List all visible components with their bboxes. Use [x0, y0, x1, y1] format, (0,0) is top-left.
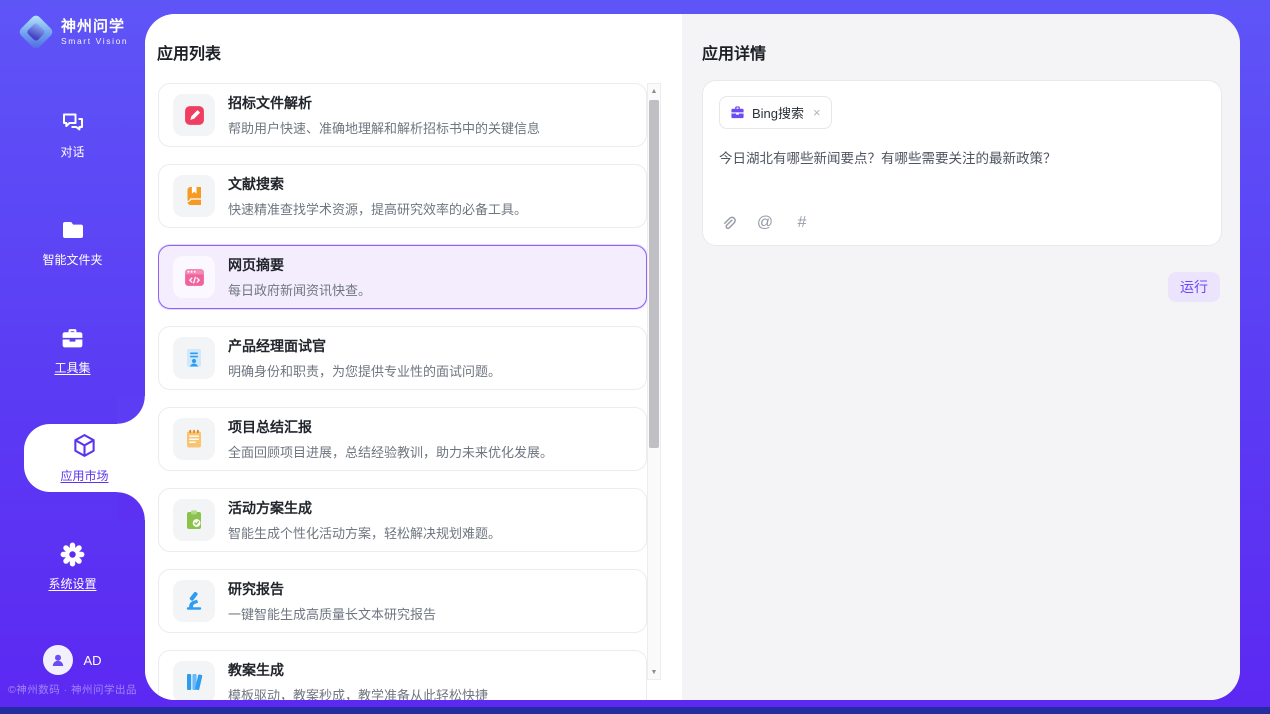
clipboard-check-icon — [173, 499, 215, 541]
app-description: 帮助用户快速、准确地理解和解析招标书中的关键信息 — [228, 118, 540, 137]
attachment-toolbar: @# — [719, 214, 811, 232]
sidebar-item-chat[interactable]: 对话 — [0, 100, 145, 168]
hash-icon[interactable]: # — [793, 214, 811, 232]
microscope-icon — [173, 580, 215, 622]
app-name: 教案生成 — [228, 660, 488, 680]
brand-subtitle: Smart Vision — [61, 36, 128, 46]
app-detail-title: 应用详情 — [702, 40, 766, 64]
book-icon — [173, 175, 215, 217]
sidebar-item-label: 工具集 — [54, 359, 90, 376]
toolbox-icon — [59, 325, 86, 352]
chat-icon — [59, 109, 86, 136]
app-name: 活动方案生成 — [228, 498, 501, 518]
brand: 神州问学 Smart Vision — [0, 0, 145, 48]
app-card-event-plan[interactable]: 活动方案生成智能生成个性化活动方案，轻松解决规划难题。 — [158, 488, 647, 552]
app-detail-panel: 应用详情 Bing搜索 × 今日湖北有哪些新闻要点？有哪些需要关注的最新政策？ … — [682, 14, 1240, 700]
app-description: 智能生成个性化活动方案，轻松解决规划难题。 — [228, 523, 501, 542]
sidebar-item-label: 智能文件夹 — [42, 251, 102, 268]
sidebar-item-tools[interactable]: 工具集 — [0, 316, 145, 384]
app-card-project-summary[interactable]: 项目总结汇报全面回顾项目进展，总结经验教训，助力未来优化发展。 — [158, 407, 647, 471]
sidebar-item-settings[interactable]: 系统设置 — [0, 532, 145, 600]
app-list: 招标文件解析帮助用户快速、准确地理解和解析招标书中的关键信息文献搜索快速精准查找… — [158, 83, 647, 700]
app-name: 产品经理面试官 — [228, 336, 501, 356]
run-button[interactable]: 运行 — [1168, 272, 1220, 302]
bottom-strip — [0, 707, 1270, 714]
user-name: AD — [83, 653, 101, 668]
app-list-title: 应用列表 — [157, 40, 221, 64]
app-name: 文献搜索 — [228, 174, 527, 194]
user-avatar-icon — [43, 645, 73, 675]
sidebar-item-label: 系统设置 — [48, 575, 96, 592]
app-name: 项目总结汇报 — [228, 417, 553, 437]
sidebar-item-market[interactable]: 应用市场 — [24, 424, 145, 492]
app-card-bid-parse[interactable]: 招标文件解析帮助用户快速、准确地理解和解析招标书中的关键信息 — [158, 83, 647, 147]
brand-name: 神州问学 — [61, 18, 128, 35]
app-description: 明确身份和职责，为您提供专业性的面试问题。 — [228, 361, 501, 380]
app-description: 一键智能生成高质量长文本研究报告 — [228, 604, 436, 623]
paperclip-icon[interactable] — [719, 214, 737, 232]
app-description: 快速精准查找学术资源，提高研究效率的必备工具。 — [228, 199, 527, 218]
folder-icon — [59, 217, 86, 244]
app-description: 模板驱动，教案秒成，教学准备从此轻松快捷 — [228, 685, 488, 700]
app-card-pm-interviewer[interactable]: 产品经理面试官明确身份和职责，为您提供专业性的面试问题。 — [158, 326, 647, 390]
cube-icon — [71, 433, 98, 460]
scrollbar-down-icon[interactable]: ▼ — [648, 665, 660, 679]
prompt-input[interactable]: 今日湖北有哪些新闻要点？有哪些需要关注的最新政策？ — [719, 149, 1205, 189]
sidebar: 神州问学 Smart Vision 对话智能文件夹工具集应用市场系统设置 AD … — [0, 0, 145, 707]
app-card-web-summary[interactable]: 网页摘要每日政府新闻资讯快查。 — [158, 245, 647, 309]
app-name: 网页摘要 — [228, 255, 371, 275]
user-chip[interactable]: AD — [0, 645, 145, 675]
at-icon[interactable]: @ — [756, 214, 774, 232]
scrollbar[interactable]: ▲ ▼ — [647, 83, 661, 680]
tool-tag-bing-search[interactable]: Bing搜索 × — [719, 96, 832, 129]
diamond-logo-icon — [20, 16, 52, 48]
sidebar-footer: ©神州数码 · 神州问学出品 — [0, 682, 145, 697]
tool-tag-label: Bing搜索 — [752, 103, 804, 122]
close-icon[interactable]: × — [813, 106, 821, 119]
books-icon — [173, 661, 215, 700]
gear-icon — [59, 541, 86, 568]
app-list-panel: 应用列表 招标文件解析帮助用户快速、准确地理解和解析招标书中的关键信息文献搜索快… — [145, 14, 682, 700]
sidebar-item-label: 应用市场 — [60, 467, 108, 484]
app-description: 每日政府新闻资讯快查。 — [228, 280, 371, 299]
app-card-research-report[interactable]: 研究报告一键智能生成高质量长文本研究报告 — [158, 569, 647, 633]
app-description: 全面回顾项目进展，总结经验教训，助力未来优化发展。 — [228, 442, 553, 461]
app-card-lesson-plan[interactable]: 教案生成模板驱动，教案秒成，教学准备从此轻松快捷 — [158, 650, 647, 700]
browser-icon — [173, 256, 215, 298]
sidebar-nav: 对话智能文件夹工具集应用市场系统设置 — [0, 100, 145, 600]
interview-doc-icon — [173, 337, 215, 379]
scrollbar-up-icon[interactable]: ▲ — [648, 84, 660, 98]
sidebar-item-folders[interactable]: 智能文件夹 — [0, 208, 145, 276]
briefcase-icon — [730, 105, 745, 120]
app-card-literature-search[interactable]: 文献搜索快速精准查找学术资源，提高研究效率的必备工具。 — [158, 164, 647, 228]
scrollbar-thumb[interactable] — [649, 100, 659, 448]
app-name: 研究报告 — [228, 579, 436, 599]
app-name: 招标文件解析 — [228, 93, 540, 113]
notepad-icon — [173, 418, 215, 460]
content-card: 应用列表 招标文件解析帮助用户快速、准确地理解和解析招标书中的关键信息文献搜索快… — [145, 14, 1240, 700]
prompt-card: Bing搜索 × 今日湖北有哪些新闻要点？有哪些需要关注的最新政策？ @# — [702, 80, 1222, 246]
edit-pen-icon — [173, 94, 215, 136]
sidebar-item-label: 对话 — [60, 143, 84, 160]
